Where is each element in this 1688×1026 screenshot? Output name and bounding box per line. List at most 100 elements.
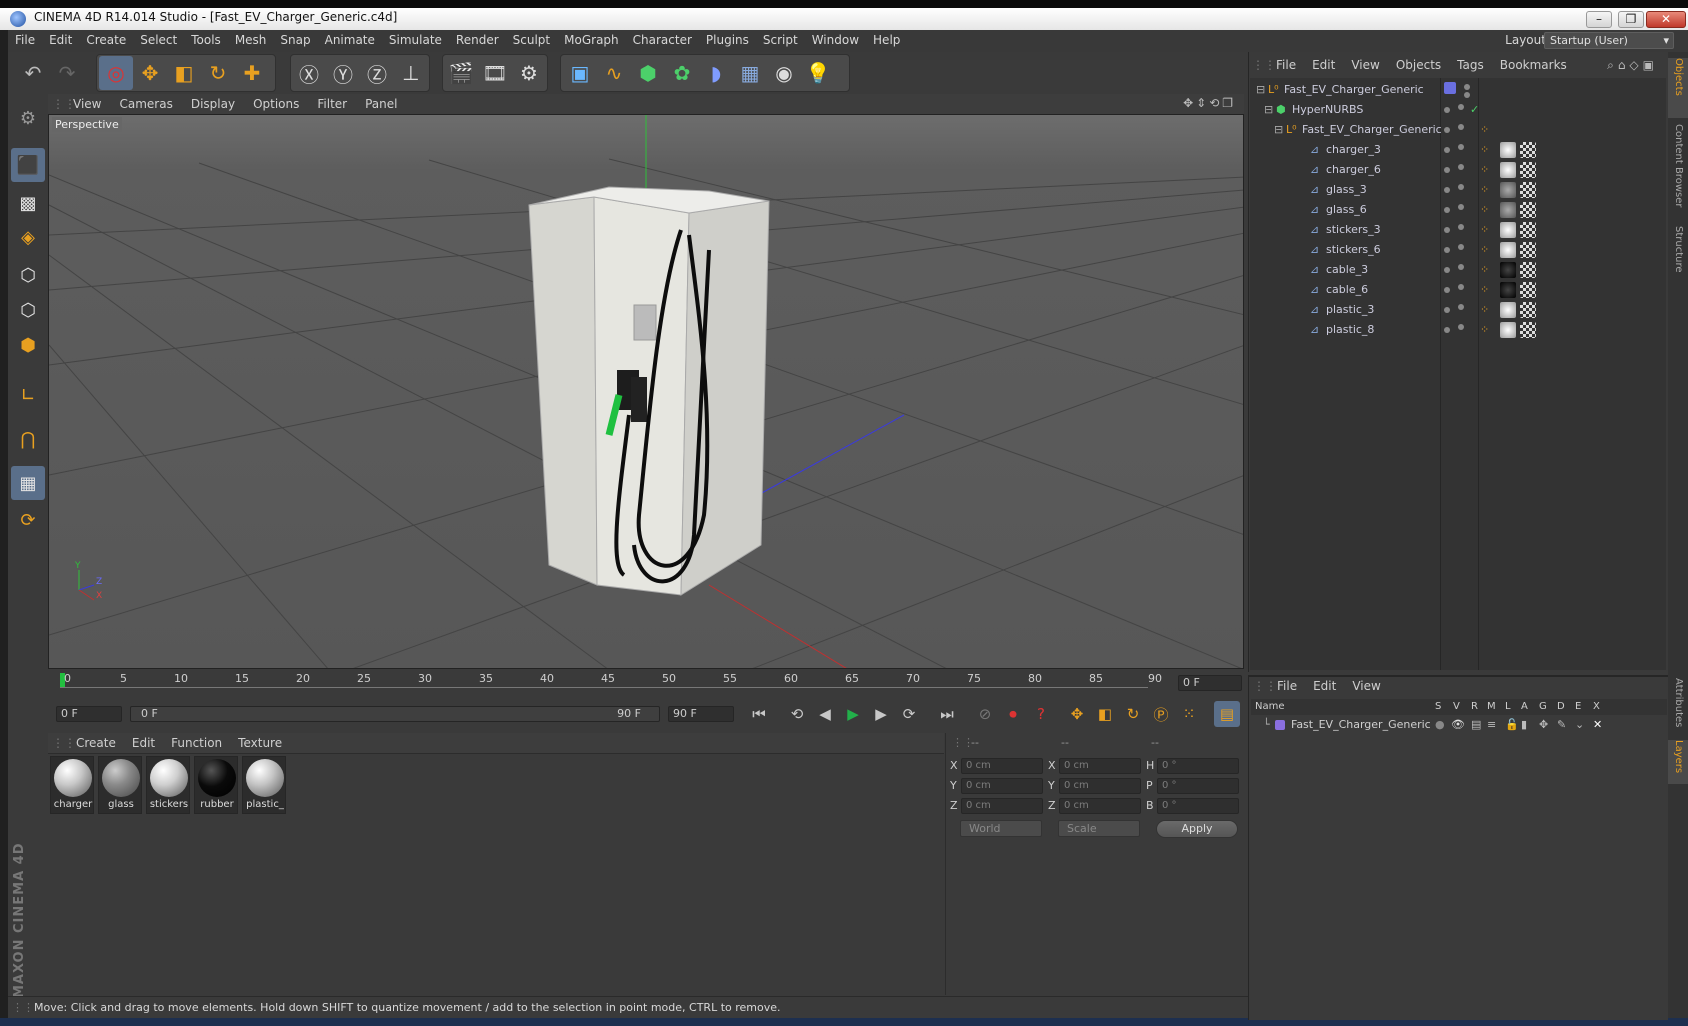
phong-tag-icon[interactable]: ⁘ xyxy=(1480,240,1489,260)
scale-icon[interactable]: ◧ xyxy=(167,56,201,90)
phong-tag-icon[interactable]: ⁘ xyxy=(1480,200,1489,220)
phong-tag-icon[interactable]: ⁘ xyxy=(1480,260,1489,280)
object-row-plastic-3[interactable]: ⊿ plastic_3 ⁘ xyxy=(1250,300,1666,320)
viewport-menu-view[interactable]: View xyxy=(64,94,110,111)
menu-tools[interactable]: Tools xyxy=(184,30,228,47)
menu-mesh[interactable]: Mesh xyxy=(228,30,274,47)
light-icon[interactable]: 💡 xyxy=(801,56,835,90)
object-row-hypernurbs[interactable]: ⊟ ⬢ HyperNURBS ✓ xyxy=(1250,100,1666,120)
xref-toggle-icon[interactable]: ✕ xyxy=(1593,718,1602,731)
axis-mode-icon[interactable]: ∟ xyxy=(11,378,45,412)
phong-tag-icon[interactable]: ⁘ xyxy=(1480,120,1489,140)
step-back-icon[interactable]: ◀ xyxy=(812,701,838,727)
coordinate-system-icon[interactable]: ⊥ xyxy=(394,56,428,90)
editor-visibility-dot[interactable] xyxy=(1444,107,1450,113)
points-mode-icon[interactable]: ⬡ xyxy=(11,258,45,292)
camera-icon[interactable]: ◉ xyxy=(767,56,801,90)
phong-tag-icon[interactable]: ⁘ xyxy=(1480,140,1489,160)
edges-mode-icon[interactable]: ⬡ xyxy=(11,293,45,327)
play-icon[interactable]: ▶ xyxy=(840,701,866,727)
menu-edit[interactable]: Edit xyxy=(42,30,79,47)
deformer-icon[interactable]: ◗ xyxy=(699,56,733,90)
side-tab-content-browser[interactable]: Content Browser xyxy=(1668,124,1688,220)
object-menu-file[interactable]: File xyxy=(1268,56,1304,74)
material-tag[interactable] xyxy=(1500,322,1516,338)
side-tab-structure[interactable]: Structure xyxy=(1668,226,1688,286)
x-axis-icon[interactable]: Ⓧ xyxy=(292,56,326,90)
rot-h-field[interactable]: 0 ° xyxy=(1157,758,1239,774)
key-scale-icon[interactable]: ◧ xyxy=(1092,701,1118,727)
solo-toggle-icon[interactable]: ● xyxy=(1435,718,1445,731)
go-to-start-icon[interactable]: ⏮ xyxy=(746,701,772,727)
uvw-tag[interactable] xyxy=(1520,242,1536,258)
redo-icon[interactable]: ↷ xyxy=(50,56,84,90)
render-visibility-dot[interactable] xyxy=(1458,284,1464,290)
enabled-check-icon[interactable]: ✓ xyxy=(1470,100,1479,120)
menu-character[interactable]: Character xyxy=(626,30,699,47)
render-visibility-dot[interactable] xyxy=(1458,124,1464,130)
next-key-icon[interactable]: ⟳ xyxy=(896,701,922,727)
size-z-field[interactable]: 0 cm xyxy=(1059,798,1141,814)
object-row-charger-6[interactable]: ⊿ charger_6 ⁘ xyxy=(1250,160,1666,180)
visible-toggle-icon[interactable]: 👁 xyxy=(1451,718,1465,731)
object-menu-edit[interactable]: Edit xyxy=(1304,56,1343,74)
step-forward-icon[interactable]: ▶ xyxy=(868,701,894,727)
pos-z-field[interactable]: 0 cm xyxy=(961,798,1043,814)
editor-visibility-dot[interactable] xyxy=(1464,84,1470,90)
render-visibility-dot[interactable] xyxy=(1464,92,1470,98)
object-row-stickers-3[interactable]: ⊿ stickers_3 ⁘ xyxy=(1250,220,1666,240)
render-picture-viewer-icon[interactable]: 🎞 xyxy=(478,56,512,90)
phong-tag-icon[interactable]: ⁘ xyxy=(1480,300,1489,320)
snap-magnet-icon[interactable]: ⋂ xyxy=(11,422,45,456)
material-menu-create[interactable]: Create xyxy=(68,733,124,750)
menu-simulate[interactable]: Simulate xyxy=(382,30,449,47)
phong-tag-icon[interactable]: ⁘ xyxy=(1480,160,1489,180)
ev-charger-model[interactable] xyxy=(528,186,770,596)
side-tab-layers[interactable]: Layers xyxy=(1668,740,1688,784)
viewport-menu-panel[interactable]: Panel xyxy=(356,94,406,111)
render-visibility-dot[interactable] xyxy=(1458,304,1464,310)
material-menu-texture[interactable]: Texture xyxy=(230,733,290,750)
object-row-charger-3[interactable]: ⊿ charger_3 ⁘ xyxy=(1250,140,1666,160)
phong-tag-icon[interactable]: ⁘ xyxy=(1480,320,1489,340)
animation-toggle-icon[interactable]: ▮ xyxy=(1521,718,1527,731)
uvw-tag[interactable] xyxy=(1520,262,1536,278)
menu-snap[interactable]: Snap xyxy=(273,30,317,47)
menu-mograph[interactable]: MoGraph xyxy=(557,30,626,47)
render-settings-icon[interactable]: ⚙ xyxy=(512,56,546,90)
quantize-icon[interactable]: ⟳ xyxy=(11,503,45,537)
uvw-tag[interactable] xyxy=(1520,142,1536,158)
end-frame-field[interactable]: 90 F xyxy=(668,706,734,722)
spline-icon[interactable]: ∿ xyxy=(597,56,631,90)
key-position-icon[interactable]: ✥ xyxy=(1064,701,1090,727)
side-tab-attributes[interactable]: Attributes xyxy=(1668,678,1688,742)
timeline-ruler[interactable]: 0 5 10 15 20 25 30 35 40 45 50 55 60 65 … xyxy=(48,669,1244,697)
rot-b-field[interactable]: 0 ° xyxy=(1157,798,1239,814)
cube-icon[interactable]: ▣ xyxy=(563,56,597,90)
undo-icon[interactable]: ↶ xyxy=(16,56,50,90)
range-slider[interactable]: 0 F 90 F xyxy=(130,706,660,722)
uvw-tag[interactable] xyxy=(1520,182,1536,198)
previous-key-icon[interactable]: ⟲ xyxy=(784,701,810,727)
size-mode-select[interactable]: Scale xyxy=(1058,820,1140,837)
size-y-field[interactable]: 0 cm xyxy=(1059,778,1141,794)
object-row-plastic-8[interactable]: ⊿ plastic_8 ⁘ xyxy=(1250,320,1666,340)
manager-toggle-icon[interactable]: ≡ xyxy=(1487,718,1496,731)
layer-row[interactable]: └ Fast_EV_Charger_Generic ● 👁 ▤ ≡ 🔓 ▮ ✥ … xyxy=(1251,716,1667,734)
pos-y-field[interactable]: 0 cm xyxy=(961,778,1043,794)
collapse-icon[interactable]: ⊟ xyxy=(1264,100,1273,120)
menu-create[interactable]: Create xyxy=(79,30,133,47)
nurbs-icon[interactable]: ⬢ xyxy=(631,56,665,90)
layout-select[interactable]: Startup (User) ▾ xyxy=(1544,32,1674,49)
material-tag[interactable] xyxy=(1500,182,1516,198)
uvw-tag[interactable] xyxy=(1520,322,1536,338)
y-axis-icon[interactable]: Ⓨ xyxy=(326,56,360,90)
render-toggle-icon[interactable]: ▤ xyxy=(1471,718,1481,731)
timeline-window-icon[interactable]: ▤ xyxy=(1214,701,1240,727)
phong-tag-icon[interactable]: ⁘ xyxy=(1480,180,1489,200)
close-button[interactable]: ✕ xyxy=(1646,11,1686,28)
add-object-icon[interactable]: ✚ xyxy=(235,56,269,90)
object-menu-objects[interactable]: Objects xyxy=(1388,56,1449,74)
editor-visibility-dot[interactable] xyxy=(1444,287,1450,293)
phong-tag-icon[interactable]: ⁘ xyxy=(1480,220,1489,240)
